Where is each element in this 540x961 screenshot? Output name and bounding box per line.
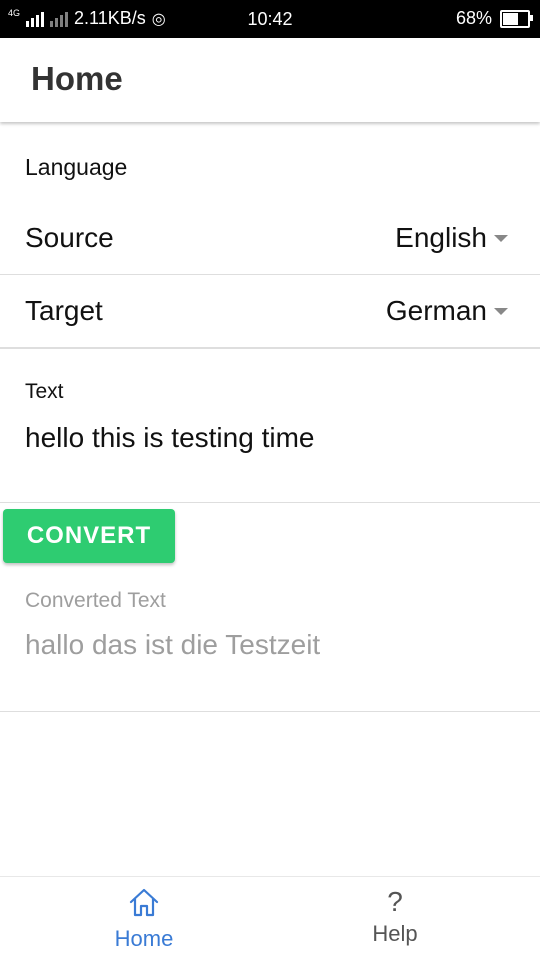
converted-text-label: Converted Text xyxy=(25,589,166,612)
target-label: Target xyxy=(25,295,103,326)
battery-icon xyxy=(500,9,533,28)
dropdown-arrow-icon[interactable] xyxy=(494,235,508,242)
target-value[interactable]: German xyxy=(386,295,487,327)
home-icon xyxy=(129,888,159,917)
status-right: 68% xyxy=(455,8,533,29)
help-icon: ? xyxy=(387,886,403,917)
converted-text-value: hallo das ist die Testzeit xyxy=(25,629,321,660)
status-bar: 4G 2.11KB/s ◎ 10:42 68% xyxy=(0,0,540,38)
text-input-value[interactable]: hello this is testing time xyxy=(25,422,314,454)
output-divider xyxy=(0,711,540,712)
text-input-field[interactable]: Text hello this is testing time xyxy=(0,348,540,503)
nav-item-home[interactable]: Home xyxy=(64,887,224,952)
convert-button[interactable]: CONVERT xyxy=(3,509,175,563)
app-bar: Home xyxy=(0,38,540,122)
text-input-label: Text xyxy=(25,380,64,403)
language-section-label: Language xyxy=(25,154,128,180)
page-title: Home xyxy=(31,60,123,97)
dropdown-arrow-icon[interactable] xyxy=(494,308,508,315)
target-language-select[interactable]: Target German xyxy=(0,275,540,348)
nav-item-help[interactable]: ? Help xyxy=(315,887,475,947)
nav-label-home: Home xyxy=(114,926,174,951)
source-value[interactable]: English xyxy=(395,222,487,254)
source-label: Source xyxy=(25,222,114,253)
source-language-select[interactable]: Source English xyxy=(0,202,540,275)
nav-label-help: Help xyxy=(372,921,418,946)
bottom-navigation: Home ? Help xyxy=(0,876,540,961)
battery-percent: 68% xyxy=(455,8,492,28)
